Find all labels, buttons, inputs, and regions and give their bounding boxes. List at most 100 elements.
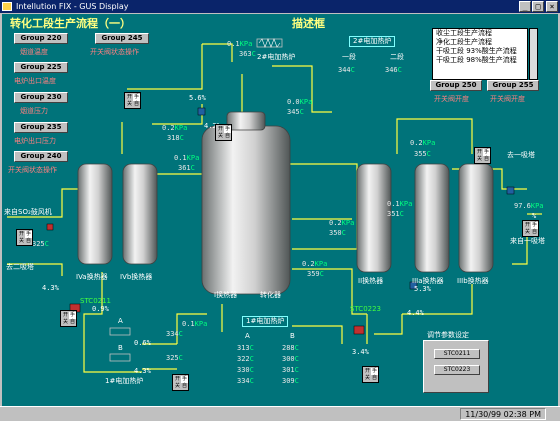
pressure-left-low: 0.1KPa bbox=[174, 154, 200, 162]
heater-2-caption: 2#电加热炉 bbox=[257, 53, 296, 61]
heater-1-a-1: 313C bbox=[237, 344, 254, 352]
switch-valve[interactable]: 开 手 关 自 bbox=[16, 229, 33, 246]
screen-title: 转化工段生产流程（一） bbox=[10, 17, 131, 30]
temp-right-lower: 350C bbox=[329, 229, 346, 237]
app-icon bbox=[2, 2, 12, 11]
pressure-right-center: 0.0KPa bbox=[287, 98, 313, 106]
heater-2-stage2-temp: 346C bbox=[385, 66, 402, 74]
converter-label: 转化器 bbox=[260, 291, 281, 299]
heater-1-bottom-label: 1#电加热炉 bbox=[105, 377, 144, 385]
group-245-label: 开关阀状态操作 bbox=[90, 48, 139, 56]
maximize-button[interactable]: □ bbox=[532, 1, 544, 12]
valve-opening-left-a: 4.3% bbox=[42, 284, 59, 292]
pressure-right-lower: 0.2KPa bbox=[329, 219, 355, 227]
stc0211-button[interactable]: STC0211 bbox=[434, 349, 480, 359]
exchanger-2-label: II换热器 bbox=[358, 277, 384, 285]
switch-valve[interactable]: 开 手 关 自 bbox=[474, 147, 491, 164]
so2-inlet-label: 来自SO₂鼓风机 bbox=[4, 208, 52, 216]
heater-1-col-a: A bbox=[245, 332, 250, 340]
exchanger-ivb-label: IVb换热器 bbox=[120, 273, 153, 281]
heater-1-b-4: 309C bbox=[282, 377, 299, 385]
group-240-label: 开关阀状态操作 bbox=[8, 166, 57, 174]
param-panel: STC0211 STC0223 bbox=[423, 340, 489, 393]
valve-b-label: B bbox=[118, 344, 123, 352]
heater-1-col-b: B bbox=[290, 332, 295, 340]
minimize-button[interactable]: _ bbox=[519, 1, 531, 12]
stc0223-tag: STC0223 bbox=[350, 305, 382, 313]
group-220-button[interactable]: Group 220 bbox=[14, 33, 68, 44]
description-title: 描述框 bbox=[292, 17, 325, 30]
pressure-left-mid: 0.2KPa bbox=[162, 124, 188, 132]
list-item[interactable]: 干吸工段 93%酸生产流程 bbox=[433, 47, 527, 56]
pressure-right-mid: 0.2KPa bbox=[410, 139, 436, 147]
heater-1-b-2: 300C bbox=[282, 355, 299, 363]
list-item[interactable]: 收尘工段生产流程 bbox=[433, 29, 527, 38]
switch-valve[interactable]: 开 手 关 自 bbox=[215, 124, 232, 141]
temp-bottom-left-b: 325C bbox=[166, 354, 183, 362]
group-240-button[interactable]: Group 240 bbox=[14, 151, 68, 162]
heater-1-b-1: 288C bbox=[282, 344, 299, 352]
pressure-bottom-center: 0.2KPa bbox=[302, 260, 328, 268]
switch-valve[interactable]: 开 手 关 自 bbox=[522, 220, 539, 237]
status-clock: 11/30/99 02:38 PM bbox=[460, 408, 546, 420]
temp-left-exchanger: 325C bbox=[32, 240, 49, 248]
heater-1-a-3: 330C bbox=[237, 366, 254, 374]
heater-2-stage1-label: 一段 bbox=[342, 53, 356, 61]
temp-left-low: 361C bbox=[178, 164, 195, 172]
group-225-label: 电炉出口温度 bbox=[14, 77, 56, 85]
list-item[interactable]: 干吸工段 98%酸生产流程 bbox=[433, 56, 527, 65]
list-item[interactable]: 净化工段生产流程 bbox=[433, 38, 527, 47]
temp-left-mid: 318C bbox=[167, 134, 184, 142]
to-tower1-label: 去一吸塔 bbox=[507, 151, 535, 159]
temp-right-low: 351C bbox=[387, 210, 404, 218]
group-245-button[interactable]: Group 245 bbox=[95, 33, 149, 44]
pressure-top-center: 0.1KPa bbox=[227, 40, 253, 48]
heater-1-a-2: 322C bbox=[237, 355, 254, 363]
group-230-label: 烟道压力 bbox=[20, 107, 48, 115]
temp-bottom-center: 359C bbox=[307, 270, 324, 278]
exchanger-3b-label: IIIb换热器 bbox=[457, 277, 489, 285]
group-250-label: 开关阀开度 bbox=[434, 95, 469, 103]
stc0223-button[interactable]: STC0223 bbox=[434, 365, 480, 375]
valve-opening-top: 5.6% bbox=[189, 94, 206, 102]
heater-2-stage2-label: 二段 bbox=[390, 53, 404, 61]
group-225-button[interactable]: Group 225 bbox=[14, 62, 68, 73]
temp-bottom-left-a: 334C bbox=[166, 330, 183, 338]
param-panel-title: 调节参数设定 bbox=[427, 331, 469, 339]
exchanger-3a-label: IIIa换热器 bbox=[412, 277, 444, 285]
group-230-button[interactable]: Group 230 bbox=[14, 92, 68, 103]
heater-1-b-3: 301C bbox=[282, 366, 299, 374]
switch-valve[interactable]: 开 手 关 自 bbox=[172, 374, 189, 391]
process-list-scrollbar[interactable] bbox=[529, 28, 538, 80]
close-button[interactable]: × bbox=[546, 1, 558, 12]
group-250-button[interactable]: Group 250 bbox=[430, 80, 482, 91]
valve-a-label: A bbox=[118, 317, 123, 325]
valve-opening-right-edge: % bbox=[532, 212, 537, 220]
group-235-button[interactable]: Group 235 bbox=[14, 122, 68, 133]
pressure-right-low: 0.1KPa bbox=[387, 200, 413, 208]
switch-valve[interactable]: 开 手 关 自 bbox=[362, 366, 379, 383]
valve-opening-b: 4.3% bbox=[134, 367, 151, 375]
group-235-label: 电炉出口压力 bbox=[14, 137, 56, 145]
switch-valve[interactable]: 开 手 关 自 bbox=[60, 310, 77, 327]
heater-1-title[interactable]: 1#电加热炉 bbox=[242, 316, 289, 327]
heater-2-title[interactable]: 2#电加热炉 bbox=[349, 36, 396, 47]
temp-top-center: 363C bbox=[239, 50, 256, 58]
pressure-right-edge: 97.6KPa bbox=[514, 202, 544, 210]
valve-opening-right2: 3.4% bbox=[352, 348, 369, 356]
heater-1-a-4: 334C bbox=[237, 377, 254, 385]
process-canvas: 转化工段生产流程（一） 描述框 Group 220 烟道温度 Group 225… bbox=[2, 14, 558, 406]
window-title-bar[interactable]: Intellution FIX - GUS Display bbox=[0, 0, 560, 13]
status-bar: 11/30/99 02:38 PM bbox=[0, 406, 560, 421]
valve-opening-mid: 5.3% bbox=[414, 285, 431, 293]
switch-valve[interactable]: 开 手 关 自 bbox=[124, 92, 141, 109]
exchanger-1-label: I换热器 bbox=[214, 291, 238, 299]
heater-2-stage1-temp: 344C bbox=[338, 66, 355, 74]
group-255-button[interactable]: Group 255 bbox=[487, 80, 539, 91]
process-flow-list[interactable]: 收尘工段生产流程 净化工段生产流程 干吸工段 93%酸生产流程 干吸工段 98%… bbox=[432, 28, 528, 80]
group-220-label: 烟道温度 bbox=[20, 48, 48, 56]
temp-right-mid: 355C bbox=[414, 150, 431, 158]
to-tower2-label: 去二吸塔 bbox=[6, 263, 34, 271]
valve-opening-a: 0.6% bbox=[134, 339, 151, 347]
exchanger-iva-label: IVa换热器 bbox=[76, 273, 108, 281]
